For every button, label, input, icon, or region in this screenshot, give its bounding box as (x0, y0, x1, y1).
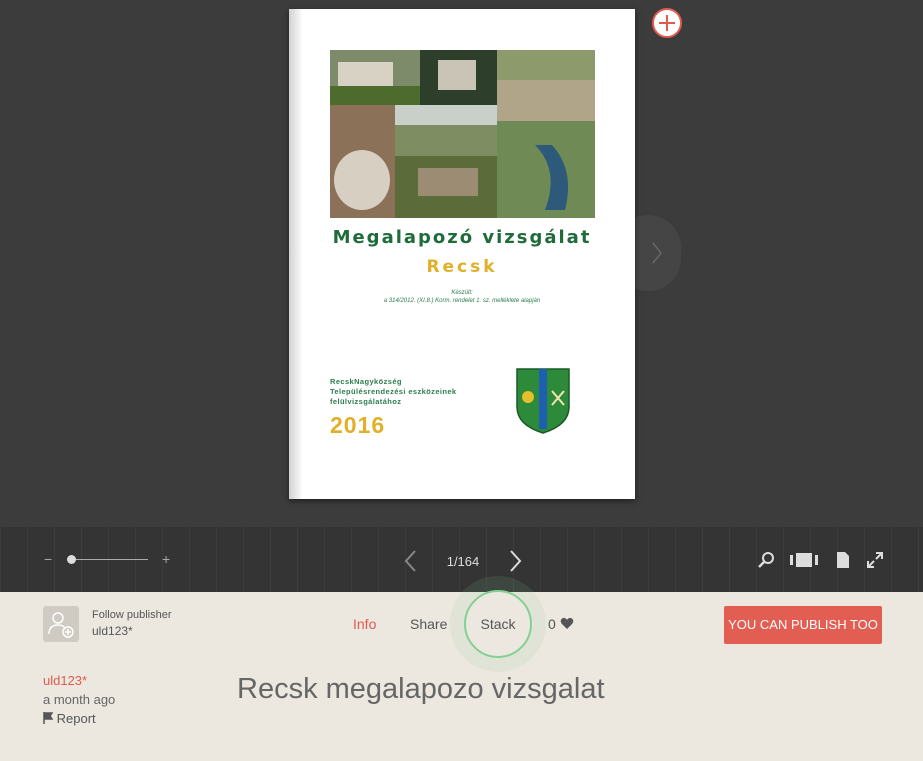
publish-button[interactable]: YOU CAN PUBLISH TOO (724, 606, 882, 644)
previous-page-button[interactable] (402, 548, 420, 574)
document-title: Recsk megalapozo vizsgalat (237, 673, 605, 705)
tab-info[interactable]: Info (353, 616, 376, 632)
chevron-right-icon (510, 550, 522, 572)
uploader-link[interactable]: uld123* (43, 673, 87, 688)
flag-icon (43, 712, 54, 724)
like-count: 0 (548, 616, 556, 632)
single-page-button[interactable] (833, 550, 855, 570)
heart-icon (560, 617, 573, 629)
tab-stack[interactable]: Stack (464, 590, 532, 658)
follow-publisher-label[interactable]: Follow publisher (92, 609, 171, 621)
cover-year: 2016 (330, 412, 386, 438)
fullscreen-button[interactable] (865, 550, 887, 570)
document-viewer[interactable]: Megalapozó vizsgálat Recsk Készült: a 31… (0, 0, 923, 527)
cover-org-line: Településrendezési eszközeinek (330, 387, 457, 396)
plus-icon (659, 15, 675, 31)
zoom-slider-handle[interactable] (67, 555, 76, 564)
cover-organization: RecskNagyközség Településrendezési eszkö… (330, 377, 457, 407)
coat-of-arms-icon (516, 368, 570, 434)
upload-time: a month ago (43, 692, 116, 707)
add-user-icon (48, 612, 74, 638)
zoom-slider[interactable] (70, 559, 148, 560)
next-page-arrow[interactable] (615, 215, 681, 291)
zoom-out-button[interactable]: − (44, 551, 52, 567)
cover-subtitle: Recsk (426, 257, 498, 277)
cover-note-label: Készült: (451, 290, 473, 296)
page-icon (837, 552, 849, 568)
page-counter: 1/164 (446, 554, 480, 569)
cover-org-line: felülvizsgálatához (330, 397, 402, 406)
cover-photo-collage (330, 50, 595, 218)
report-label: Report (56, 711, 96, 726)
photo-lake (497, 121, 595, 218)
spread-view-button[interactable] (788, 550, 820, 570)
publisher-name[interactable]: uld123* (92, 624, 133, 638)
zoom-in-button[interactable]: + (162, 551, 170, 567)
book-spread-icon (790, 553, 818, 567)
cover-page[interactable]: Megalapozó vizsgálat Recsk Készült: a 31… (289, 9, 635, 499)
follow-publisher-button[interactable] (43, 606, 79, 642)
cover-org-line: RecskNagyközség (330, 377, 402, 386)
cover-note-text: a 314/2012. (XI.8.) Korm. rendelet 1. sz… (383, 298, 541, 304)
search-icon (758, 552, 774, 568)
chevron-left-icon (404, 550, 416, 572)
expand-icon (867, 552, 883, 568)
next-page-button[interactable] (506, 548, 524, 574)
search-button[interactable] (757, 550, 779, 570)
tab-share[interactable]: Share (410, 616, 447, 632)
add-to-stack-button[interactable] (652, 8, 682, 38)
cover-title: Megalapozó vizsgálat (332, 227, 592, 248)
report-link[interactable]: Report (43, 711, 96, 726)
like-button[interactable]: 0 (548, 616, 574, 632)
chevron-right-icon (652, 242, 662, 264)
